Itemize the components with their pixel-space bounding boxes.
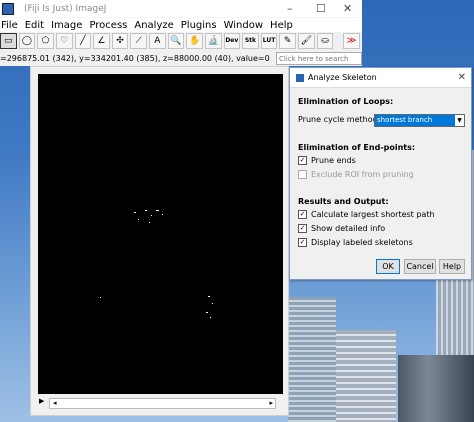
prune-cycle-label: Prune cycle method: [298,115,381,124]
calc-largest-label: Calculate largest shortest path [311,210,435,219]
calc-largest-option[interactable]: ✓ Calculate largest shortest path [298,210,435,219]
loops-heading: Elimination of Loops: [298,97,394,106]
stacks-menu-icon[interactable]: Stk [242,32,259,49]
wand-tool-icon[interactable]: ⟋ [130,32,147,49]
prune-ends-checkbox[interactable]: ✓ [298,156,307,165]
menu-process[interactable]: Process [89,20,127,31]
maximize-button[interactable]: ☐ [316,2,326,15]
stack-scrollbar[interactable]: ◂ ▸ [49,398,276,409]
menu-help[interactable]: Help [270,20,293,31]
line-tool-icon[interactable]: ╱ [74,32,92,49]
fiji-main-window: (Fiji Is Just) ImageJ – ☐ ✕ File Edit Im… [0,0,362,66]
menu-bar: File Edit Image Process Analyze Plugins … [0,17,362,32]
endpoints-heading: Elimination of End-points: [298,143,416,152]
dialog-title-bar: Analyze Skeleton ✕ [290,68,471,88]
hand-tool-icon[interactable]: ✋ [186,32,203,49]
minimize-button[interactable]: – [287,2,293,15]
menu-plugins[interactable]: Plugins [181,20,217,31]
skeleton-pixel [212,303,213,304]
zoom-tool-icon[interactable]: 🔍 [167,32,185,49]
scroll-left-icon[interactable]: ◂ [53,399,57,407]
show-detailed-option[interactable]: ✓ Show detailed info [298,224,385,233]
scroll-right-icon[interactable]: ▸ [269,399,273,407]
exclude-roi-option: Exclude ROI from pruning [298,170,414,179]
background-building [336,330,396,422]
skeleton-pixel [134,212,136,213]
more-tools-icon[interactable]: ≫ [343,32,360,49]
dropper-tool-icon[interactable]: 🔬 [204,32,222,49]
flood-fill-tool-icon[interactable]: ⛀ [316,32,334,49]
prune-ends-option[interactable]: ✓ Prune ends [298,156,356,165]
developer-menu-icon[interactable]: Dev [223,32,241,49]
pencil-tool-icon[interactable]: ✎ [279,32,296,49]
skeleton-pixel [206,312,208,313]
analyze-skeleton-dialog: Analyze Skeleton ✕ Elimination of Loops:… [289,67,472,280]
background-building [288,297,336,422]
polygon-tool-icon[interactable]: ⬠ [37,32,54,49]
results-heading: Results and Output: [298,197,389,206]
show-detailed-checkbox[interactable]: ✓ [298,224,307,233]
window-title: (Fiji Is Just) ImageJ [24,3,107,14]
skeleton-pixel [145,210,147,211]
skeleton-pixel [210,317,211,318]
display-labeled-checkbox[interactable]: ✓ [298,238,307,247]
skeleton-pixel [151,215,152,216]
display-labeled-label: Display labeled skeletons [311,238,413,247]
angle-tool-icon[interactable]: ∠ [93,32,110,49]
menu-window[interactable]: Window [224,20,263,31]
help-button[interactable]: Help [439,259,465,274]
menu-image[interactable]: Image [51,20,82,31]
fiji-title-bar: (Fiji Is Just) ImageJ – ☐ ✕ [0,0,362,17]
search-input[interactable] [276,52,362,65]
image-canvas[interactable] [38,74,283,394]
dialog-close-button[interactable]: ✕ [458,72,466,83]
cancel-button[interactable]: Cancel [404,259,436,274]
skeleton-pixel [156,210,159,211]
skeleton-pixel [162,214,163,215]
skeleton-pixel [208,296,210,297]
chevron-down-icon: ▼ [457,117,462,124]
skeleton-pixel [100,297,101,298]
oval-tool-icon[interactable]: ◯ [18,32,36,49]
show-detailed-label: Show detailed info [311,224,386,233]
dialog-app-icon [296,73,304,82]
exclude-roi-label: Exclude ROI from pruning [311,170,414,179]
status-bar: =296875.01 (342), y=334201.40 (385), z=8… [0,51,362,66]
point-tool-icon[interactable]: ✣ [111,32,129,49]
prune-ends-label: Prune ends [311,156,356,165]
prune-cycle-method-select[interactable]: shortest branch ▼ [374,114,465,127]
freehand-tool-icon[interactable]: ♡ [55,32,73,49]
close-button[interactable]: ✕ [343,2,352,15]
exclude-roi-checkbox [298,170,307,179]
dialog-title: Analyze Skeleton [308,73,377,82]
ok-button[interactable]: OK [376,259,400,274]
menu-analyze[interactable]: Analyze [134,20,173,31]
rectangle-tool-icon[interactable]: ▭ [0,32,17,49]
lut-menu-icon[interactable]: LUT [260,32,278,49]
calc-largest-checkbox[interactable]: ✓ [298,210,307,219]
skeleton-pixel [149,222,150,223]
brush-tool-icon[interactable]: 🖌 [298,32,315,49]
status-text: =296875.01 (342), y=334201.40 (385), z=8… [0,54,270,63]
prune-cycle-value: shortest branch [375,115,455,126]
background-building [398,355,474,422]
image-window: ▶ ◂ ▸ [30,66,289,416]
menu-edit[interactable]: Edit [25,20,44,31]
tool-bar: ▭ ◯ ⬠ ♡ ╱ ∠ ✣ ⟋ A 🔍 ✋ 🔬 Dev Stk LUT ✎ 🖌 ⛀ ≫ [0,31,362,50]
fiji-app-icon [2,2,14,15]
text-tool-icon[interactable]: A [149,32,166,49]
display-labeled-option[interactable]: ✓ Display labeled skeletons [298,238,413,247]
skeleton-pixel [138,219,139,220]
play-icon[interactable]: ▶ [39,397,44,405]
menu-file[interactable]: File [1,20,18,31]
